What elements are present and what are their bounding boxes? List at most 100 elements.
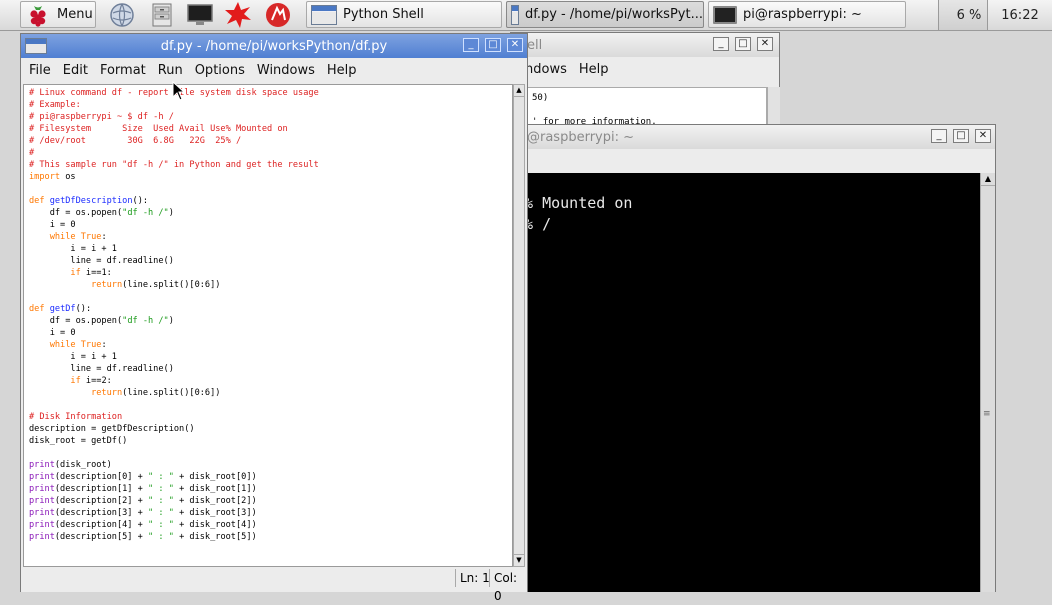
minimize-button[interactable]: _ [713,37,729,51]
menu-label: Menu [57,7,93,22]
maximize-button[interactable]: □ [735,37,751,51]
shell-line: 50) [532,93,549,103]
editor-titlebar[interactable]: df.py - /home/pi/worksPython/df.py _ □ ✕ [21,34,527,58]
terminal-icon [713,5,737,24]
shell-titlebar[interactable]: ell _ □ ✕ [511,33,779,57]
code-line: print(description[2] + " : " + disk_root… [29,496,257,506]
code-line: def getDfDescription(): [29,196,149,206]
taskbar-item-label: Python Shell [343,7,424,22]
cpu-usage: 6 % [956,7,982,23]
menu-options[interactable]: Options [195,63,245,78]
shell-title: ell [527,37,543,53]
code-line: def getDf(): [29,304,92,314]
wolfram-launcher[interactable] [262,1,294,28]
mouse-cursor-icon [172,81,186,101]
maximize-button[interactable]: □ [953,129,969,143]
menu-button[interactable]: Menu [20,1,96,28]
terminal-scrollbar[interactable]: ▲ ≡ [980,173,995,592]
terminal-line: 5% / [515,215,552,233]
red-star-icon [225,1,251,28]
code-line: i = 0 [29,328,76,338]
terminal-output[interactable]: e% Mounted on 5% / [513,173,981,592]
code-editor[interactable]: # Linux command df - report file system … [23,84,513,567]
code-line: print(disk_root) [29,460,112,470]
code-line: line = df.readline() [29,256,174,266]
taskbar-item-df-editor[interactable]: df.py - /home/pi/worksPyt... [506,1,704,28]
code-line: # Filesystem Size Used Avail Use% Mounte… [29,124,288,134]
code-line: disk_root = getDf() [29,436,128,446]
shell-menubar: ndows Help [511,57,779,81]
file-cabinet-icon [152,3,172,26]
df-editor-window: df.py - /home/pi/worksPython/df.py _ □ ✕… [20,33,528,603]
code-line: return(line.split()[0:6]) [29,388,221,398]
menu-file[interactable]: File [29,63,51,78]
terminal-title: @raspberrypi: ~ [527,129,635,145]
maximize-button[interactable]: □ [485,38,501,52]
code-line: # [29,148,35,158]
window-icon [311,4,337,25]
editor-title: df.py - /home/pi/worksPython/df.py [160,38,388,54]
code-line: # Example: [29,100,81,110]
code-line: i = i + 1 [29,244,117,254]
taskbar: Menu Python Shell df.py - /home/pi/works… [0,0,1052,31]
raspberry-pi-icon [30,5,46,27]
code-line: while True: [29,232,107,242]
taskbar-item-python-shell[interactable]: Python Shell [306,1,502,28]
scroll-up-arrow[interactable]: ▲ [514,85,524,97]
menu-windows[interactable]: ndows [525,62,567,77]
menu-help[interactable]: Help [579,62,609,77]
terminal-launcher[interactable] [184,1,216,28]
code-line: description = getDfDescription() [29,424,195,434]
file-manager-launcher[interactable] [146,1,178,28]
minimize-button[interactable]: _ [931,129,947,143]
code-line: df = os.popen("df -h /") [29,208,174,218]
globe-icon [110,2,134,27]
clock[interactable]: 16:22 [990,0,1050,30]
editor-scrollbar[interactable]: ▲ ▼ [513,84,525,567]
menu-edit[interactable]: Edit [63,63,88,78]
taskbar-item-label: df.py - /home/pi/worksPyt... [524,7,703,22]
clock-time: 16:22 [1001,7,1039,23]
python-shell-window: ell _ □ ✕ ndows Help 50) ' for more info… [510,32,780,132]
line-indicator: Ln: 1 [455,569,492,587]
editor-menubar: File Edit Format Run Options Windows Hel… [21,58,527,82]
code-line: i = i + 1 [29,352,117,362]
code-line: if i==1: [29,268,112,278]
menu-format[interactable]: Format [100,63,146,78]
code-line: df = os.popen("df -h /") [29,316,174,326]
column-indicator: Col: 0 [489,569,528,603]
terminal-line: e% Mounted on [515,194,633,212]
monitor-icon [187,3,213,25]
mathematica-launcher[interactable] [222,1,254,28]
code-line: # This sample run "df -h /" in Python an… [29,160,319,170]
scroll-grip-icon: ≡ [983,409,991,419]
code-line: if i==2: [29,376,112,386]
cpu-monitor[interactable]: 6 % [938,0,988,30]
menu-run[interactable]: Run [158,63,183,78]
terminal-window: @raspberrypi: ~ _ □ ✕ e% Mounted on 5% / … [512,124,996,592]
code-line: return(line.split()[0:6]) [29,280,221,290]
code-line: print(description[5] + " : " + disk_root… [29,532,257,542]
scroll-down-arrow[interactable]: ▼ [514,554,524,566]
code-line: import os [29,172,76,182]
close-button[interactable]: ✕ [757,37,773,51]
window-icon [511,4,519,25]
terminal-titlebar[interactable]: @raspberrypi: ~ _ □ ✕ [513,125,995,149]
taskbar-item-terminal[interactable]: pi@raspberrypi: ~ [708,1,906,28]
browser-launcher[interactable] [106,1,138,28]
menu-windows[interactable]: Windows [257,63,315,78]
code-line: # /dev/root 30G 6.8G 22G 25% / [29,136,242,146]
menu-help[interactable]: Help [327,63,357,78]
code-line: # Linux command df - report file system … [29,88,319,98]
close-button[interactable]: ✕ [507,38,523,52]
minimize-button[interactable]: _ [463,38,479,52]
scroll-up-arrow[interactable]: ▲ [981,173,995,186]
close-button[interactable]: ✕ [975,129,991,143]
code-line: i = 0 [29,220,76,230]
code-line: # Disk Information [29,412,123,422]
code-line: print(description[3] + " : " + disk_root… [29,508,257,518]
code-line: # pi@raspberrypi ~ $ df -h / [29,112,174,122]
